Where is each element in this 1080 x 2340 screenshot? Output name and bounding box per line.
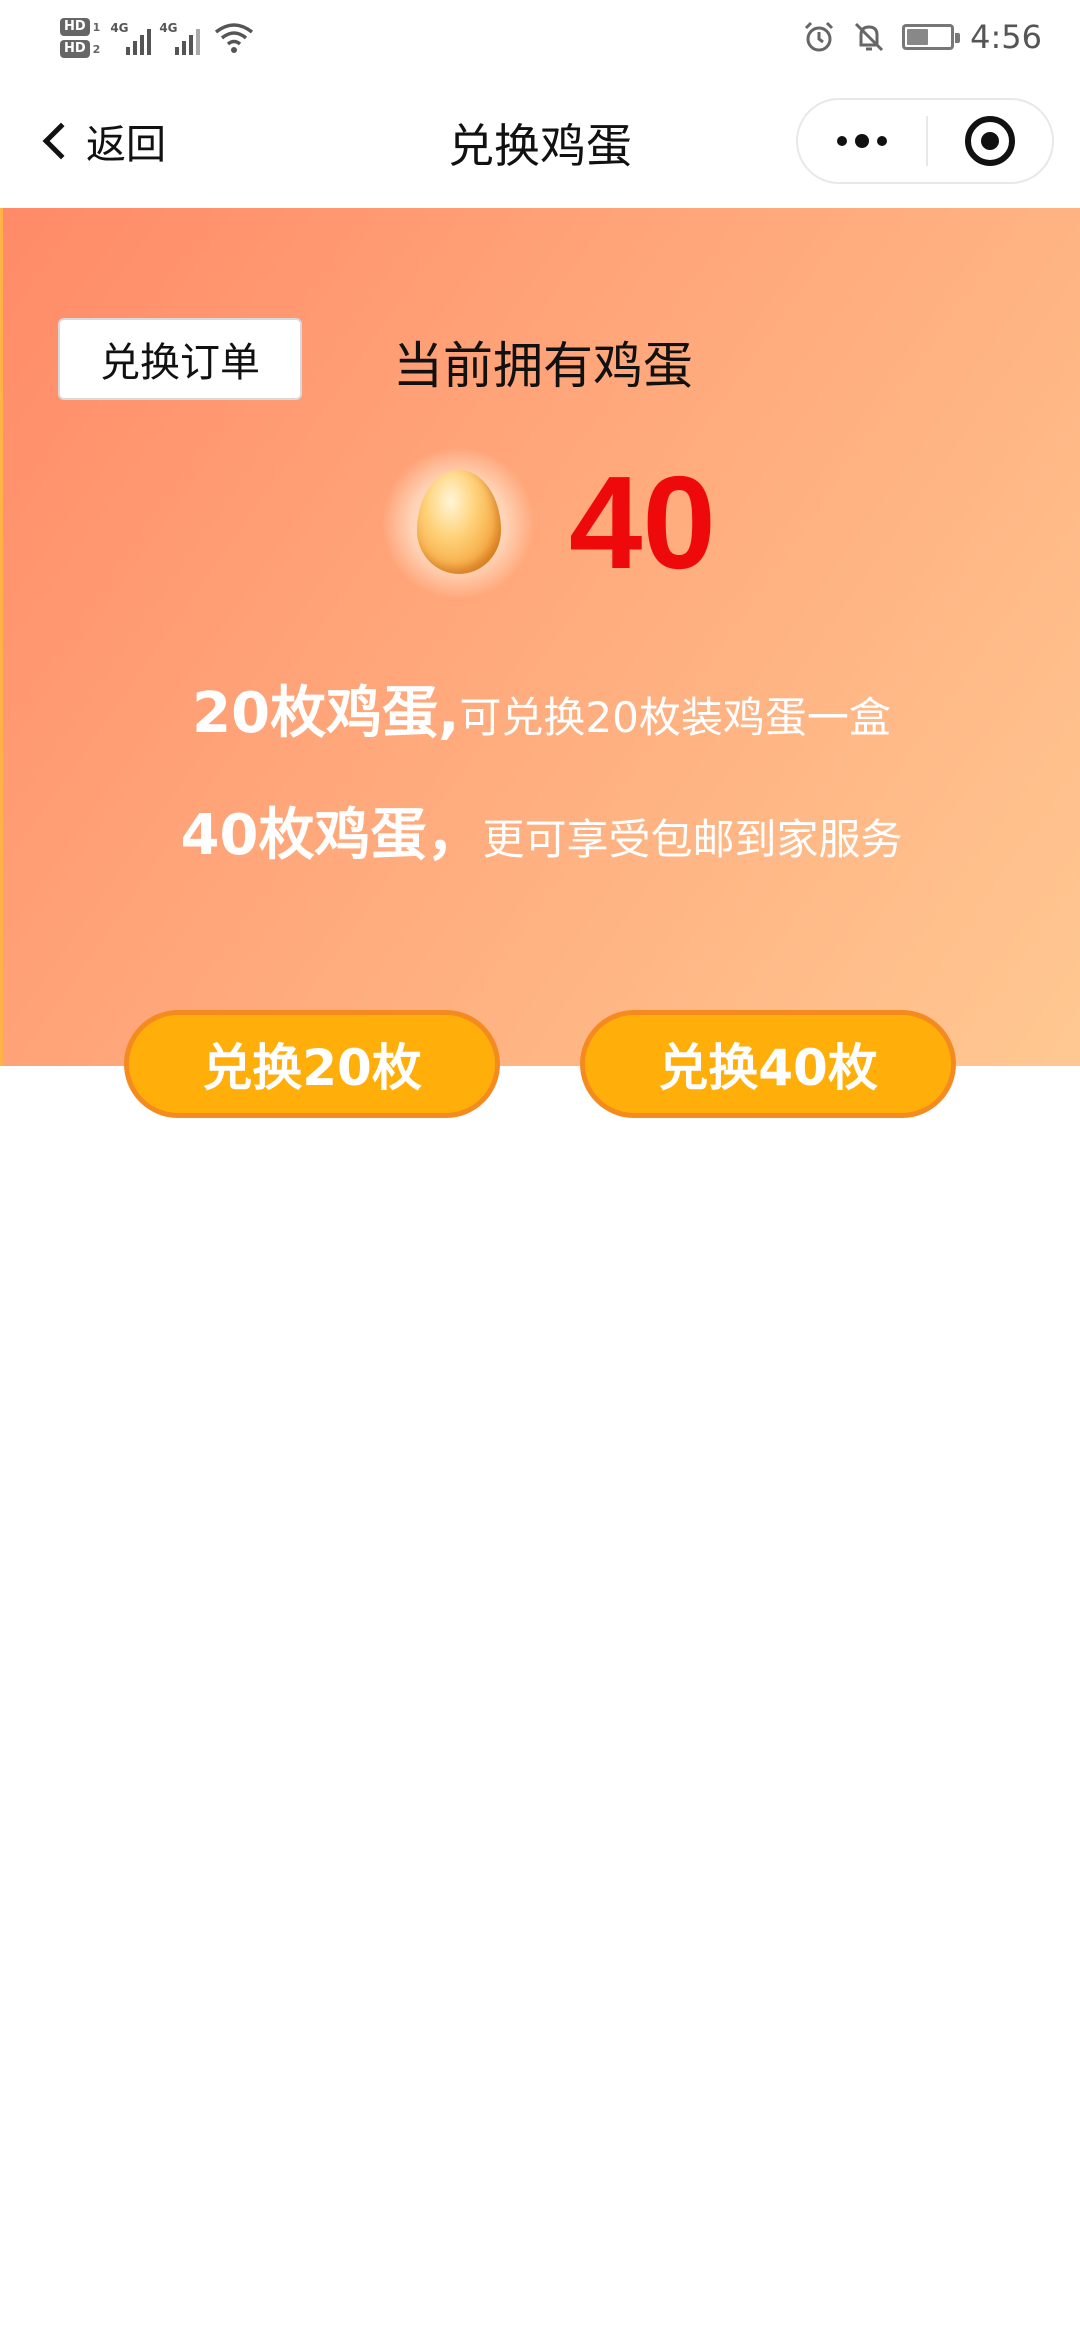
signal-2-icon: 4G — [159, 21, 201, 55]
network-1-label: 4G — [110, 21, 129, 35]
owned-eggs-label: 当前拥有鸡蛋 — [393, 337, 693, 395]
battery-fill — [907, 29, 928, 45]
hd2-label: HD — [60, 40, 90, 58]
exchange-20-button[interactable]: 兑换20枚 — [124, 1010, 500, 1118]
alarm-icon — [805, 21, 834, 52]
hd1-num: 1 — [92, 20, 101, 34]
info-line-20-bold: 20枚鸡蛋, — [192, 681, 460, 746]
hd1-label: HD — [60, 18, 90, 36]
hd1-badge: HD 1 — [60, 18, 100, 36]
signal-1-icon: 4G — [110, 21, 152, 55]
info-line-20: 20枚鸡蛋,可兑换20枚装鸡蛋一盒 — [3, 668, 1080, 749]
status-time: 4:56 — [970, 18, 1042, 56]
exchange-40-button[interactable]: 兑换40枚 — [580, 1010, 956, 1118]
status-right: 4:56 — [802, 12, 1042, 62]
more-dot-icon — [877, 136, 887, 146]
info-line-40-text: 更可享受包邮到家服务 — [482, 815, 903, 864]
network-2-label: 4G — [159, 21, 178, 35]
wifi-icon — [215, 23, 254, 53]
more-button[interactable] — [798, 100, 926, 182]
battery-icon — [902, 24, 961, 50]
mute-bell-icon — [855, 22, 884, 52]
close-button[interactable] — [928, 100, 1052, 182]
hd2-num: 2 — [92, 42, 101, 56]
more-dot-icon — [837, 136, 847, 146]
hd-indicators: HD 1 HD 2 — [60, 18, 100, 58]
egg-hero-panel: 兑换订单 当前拥有鸡蛋 40 20枚鸡蛋,可兑换20枚装鸡蛋一盒 40枚鸡蛋，更… — [0, 208, 1080, 1066]
hd2-badge: HD 2 — [60, 40, 100, 58]
exchange-orders-button[interactable]: 兑换订单 — [58, 318, 302, 400]
target-close-icon — [965, 116, 1015, 166]
nav-bar: 返回 兑换鸡蛋 — [0, 74, 1080, 208]
egg-count-row: 40 — [3, 448, 1080, 598]
info-line-40-bold: 40枚鸡蛋， — [180, 803, 483, 868]
egg-count: 40 — [569, 449, 716, 596]
info-line-20-text: 可兑换20枚装鸡蛋一盒 — [459, 693, 891, 742]
status-left: HD 1 HD 2 4G 4G — [60, 10, 254, 66]
mini-program-capsule — [796, 98, 1054, 184]
status-bar: HD 1 HD 2 4G 4G 4:56 — [0, 0, 1080, 74]
info-line-40: 40枚鸡蛋，更可享受包邮到家服务 — [3, 790, 1080, 871]
more-dot-icon — [855, 134, 869, 148]
